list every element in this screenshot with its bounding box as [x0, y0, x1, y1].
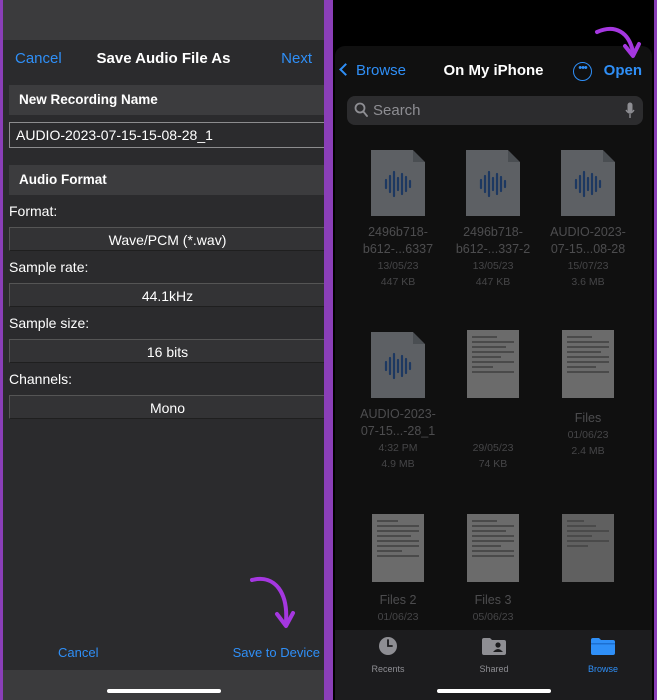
file-name-line2: 07-15...08-28	[550, 242, 626, 256]
document-thumbnail	[372, 514, 424, 582]
file-date: 13/05/23	[377, 260, 419, 272]
document-thumbnail	[467, 330, 519, 398]
audio-file-icon	[371, 150, 425, 216]
shared-folder-icon	[482, 638, 506, 655]
file-name-line2: b612-...337-2	[455, 242, 531, 256]
file-date: 01/06/23	[567, 429, 609, 441]
file-item[interactable]: AUDIO-2023- 07-15...08-28 15/07/23 3.6 M…	[538, 150, 638, 290]
tab-recents-label: Recents	[371, 664, 405, 674]
tab-recents[interactable]: Recents	[348, 636, 428, 674]
next-button[interactable]: Next	[281, 50, 312, 67]
pointer-arrow-icon	[595, 26, 641, 58]
save-audio-panel: Cancel Save Audio File As Next New Recor…	[3, 0, 324, 700]
file-name-line1: 2496b718-	[463, 225, 523, 239]
file-item[interactable]: 2496b718- b612-...337-2 13/05/23 447 KB	[443, 150, 543, 290]
file-name-line1: Files 3	[474, 593, 512, 607]
format-select[interactable]: Wave/PCM (*.wav)	[9, 227, 324, 251]
file-name-line1: AUDIO-2023-	[550, 225, 626, 239]
tab-browse-label: Browse	[587, 664, 618, 674]
home-indicator	[437, 689, 551, 693]
file-size: 447 KB	[380, 276, 416, 288]
document-thumbnail	[467, 514, 519, 582]
file-size: 4.9 MB	[381, 458, 415, 470]
file-name-line1	[443, 406, 543, 440]
open-button[interactable]: Open	[604, 62, 642, 79]
folder-icon	[591, 638, 615, 655]
file-item[interactable]: Files 01/06/23 2.4 MB	[538, 330, 638, 459]
sample-rate-select[interactable]: 44.1kHz	[9, 283, 324, 307]
tab-shared-label: Shared	[479, 664, 509, 674]
format-label: Format:	[9, 203, 58, 219]
audio-format-header: Audio Format	[9, 165, 324, 195]
document-picker-sheet: Browse On My iPhone ••• Open Search 2496…	[335, 26, 652, 700]
page-title: Save Audio File As	[96, 50, 231, 67]
microphone-icon[interactable]	[625, 102, 635, 119]
file-item[interactable]: AUDIO-2023- 07-15...-28_1 4:32 PM 4.9 MB	[348, 332, 448, 472]
file-size: 74 KB	[478, 458, 508, 470]
channels-select[interactable]: Mono	[9, 395, 324, 419]
file-item[interactable]	[538, 514, 638, 582]
file-date: 05/06/23	[472, 611, 514, 623]
search-placeholder: Search	[373, 102, 421, 119]
audio-file-icon	[371, 332, 425, 398]
file-name-line1: 2496b718-	[368, 225, 428, 239]
footer-cancel-button[interactable]: Cancel	[58, 645, 98, 660]
files-picker-panel: Browse On My iPhone ••• Open Search 2496…	[333, 0, 654, 700]
document-thumbnail	[562, 514, 614, 582]
file-date: 4:32 PM	[378, 442, 418, 454]
recording-name-field[interactable]: AUDIO-2023-07-15-15-08-28_1	[9, 122, 324, 148]
file-item[interactable]: Files 2 01/06/23	[348, 514, 448, 625]
channels-label: Channels:	[9, 371, 73, 387]
audio-file-icon	[466, 150, 520, 216]
save-to-device-button[interactable]: Save to Device	[233, 645, 320, 660]
file-size: 447 KB	[475, 276, 511, 288]
search-input[interactable]: Search	[347, 96, 643, 125]
file-name-line1: AUDIO-2023-	[360, 407, 436, 421]
clock-icon	[379, 637, 397, 655]
file-item[interactable]: 2496b718- b612-...6337 13/05/23 447 KB	[348, 150, 448, 290]
file-item[interactable]: Files 3 05/06/23	[443, 514, 543, 625]
file-name-line1: Files	[574, 411, 602, 425]
ellipsis-circle-icon[interactable]: •••	[573, 62, 592, 81]
sample-size-label: Sample size:	[9, 315, 90, 331]
footer-bar: Cancel Save to Device	[3, 638, 324, 668]
file-date: 15/07/23	[567, 260, 609, 272]
file-date: 01/06/23	[377, 611, 419, 623]
audio-file-icon	[561, 150, 615, 216]
file-name-line2: 07-15...-28_1	[360, 424, 436, 438]
pointer-arrow-icon	[250, 576, 295, 628]
search-icon	[354, 102, 368, 117]
file-date: 29/05/23	[472, 442, 514, 454]
file-size: 2.4 MB	[571, 445, 605, 457]
home-indicator	[107, 689, 221, 693]
nav-bar: Cancel Save Audio File As Next	[3, 40, 324, 80]
document-thumbnail	[562, 330, 614, 398]
file-size: 3.6 MB	[571, 276, 605, 288]
sample-rate-label: Sample rate:	[9, 259, 89, 275]
file-item[interactable]: 29/05/23 74 KB	[443, 330, 543, 472]
tab-browse[interactable]: Browse	[563, 636, 643, 674]
tab-shared[interactable]: Shared	[454, 636, 534, 674]
recording-name-header: New Recording Name	[9, 85, 324, 115]
status-bar	[3, 0, 324, 40]
file-name-line2: b612-...6337	[362, 242, 434, 256]
bottom-bar	[3, 670, 324, 700]
file-date: 13/05/23	[472, 260, 514, 272]
sample-size-select[interactable]: 16 bits	[9, 339, 324, 363]
file-name-line1: Files 2	[379, 593, 417, 607]
